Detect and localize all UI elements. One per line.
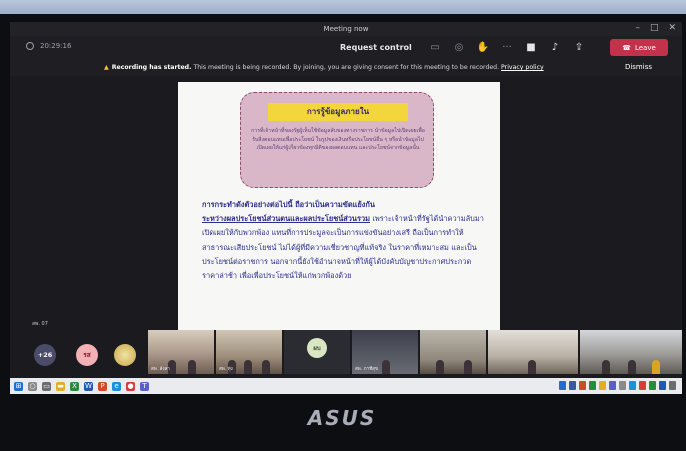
meeting-timer: 20:29:16: [26, 42, 71, 50]
windows-start-icon[interactable]: ⊞: [14, 381, 23, 391]
window-titlebar: Meeting now – □ ✕: [10, 22, 682, 36]
close-icon[interactable]: ✕: [668, 23, 676, 33]
slide-body-text: การกระทำดังตัวอย่างต่อไปนี้ ถือว่าเป็นคว…: [202, 198, 484, 283]
meeting-toolbar: 20:29:16 Request control ▭ ◎ ✋ ··· ■ ♪ ⇪…: [10, 36, 682, 60]
person-figure: [602, 360, 610, 374]
presenter-label: สพ. 07: [32, 321, 48, 327]
recording-banner: ▲ Recording has started. This meeting is …: [10, 60, 682, 76]
video-tile[interactable]: [488, 330, 578, 374]
recording-bold: Recording has started.: [111, 64, 192, 71]
tray-icon[interactable]: [559, 381, 566, 390]
more-participants-avatar[interactable]: +26: [34, 344, 56, 366]
tray-icon[interactable]: [609, 381, 616, 390]
privacy-policy-link[interactable]: Privacy policy: [501, 64, 544, 71]
warning-icon: ▲: [104, 64, 109, 71]
person-figure: [382, 360, 390, 374]
share-icon[interactable]: ⇪: [572, 41, 586, 55]
dismiss-button[interactable]: Dismiss: [625, 63, 652, 71]
video-tile[interactable]: สพ. ทุ่ง: [216, 330, 282, 374]
tray-icon[interactable]: [649, 381, 656, 390]
camera-icon[interactable]: ■: [524, 41, 538, 55]
callout-title: การรู้ข้อมูลภายใน: [268, 103, 408, 121]
participant-strip: +26 รส สพ. ล้งลา สพ. ทุ่ง ผบ สพ. ภาชีสุข: [10, 328, 682, 378]
shared-slide: การรู้ข้อมูลภายใน การที่เจ้าหน้าที่ของรั…: [178, 82, 500, 330]
participant-photo-avatar[interactable]: [114, 344, 136, 366]
tray-icon[interactable]: [579, 381, 586, 390]
window-controls: – □ ✕: [635, 23, 676, 33]
tray-icon[interactable]: [569, 381, 576, 390]
tray-icon[interactable]: [639, 381, 646, 390]
teams-icon[interactable]: T: [140, 381, 149, 391]
slide-lead: การกระทำดังตัวอย่างต่อไปนี้ ถือว่าเป็นคว…: [202, 200, 375, 209]
leave-button[interactable]: ☎ Leave: [610, 39, 668, 56]
phone-icon: ☎: [622, 43, 631, 52]
chrome-icon[interactable]: ●: [126, 381, 135, 391]
tray-icon[interactable]: [659, 381, 666, 390]
video-tile[interactable]: [580, 330, 682, 374]
mic-icon[interactable]: ♪: [548, 41, 562, 55]
recording-text: This meeting is being recorded. By joini…: [193, 64, 500, 71]
video-tile[interactable]: ผบ: [284, 330, 350, 374]
word-icon[interactable]: W: [84, 381, 93, 391]
person-figure: [628, 360, 636, 374]
teams-screen: Meeting now – □ ✕ 20:29:16 Request contr…: [10, 22, 682, 394]
slide-body: เพราะเจ้าหน้าที่รัฐได้นำความลับมาเปิดเผย…: [202, 214, 484, 281]
timer-text: 20:29:16: [40, 42, 72, 50]
person-figure: [436, 360, 444, 374]
tile-name: สพ. ทุ่ง: [219, 367, 233, 372]
tray-icon[interactable]: [619, 381, 626, 390]
tray-icon[interactable]: [599, 381, 606, 390]
more-options-icon[interactable]: ···: [500, 41, 514, 55]
video-tile[interactable]: สพ. ภาชีสุข: [352, 330, 418, 374]
edge-icon[interactable]: e: [112, 381, 121, 391]
person-figure: [652, 360, 660, 374]
toolbar-icons: ▭ ◎ ✋ ··· ■ ♪ ⇪: [428, 41, 586, 55]
tile-name: สพ. ภาชีสุข: [355, 367, 378, 372]
windows-taskbar: ⊞ ○ ▭ ▬ X W P e ● T: [10, 378, 682, 394]
tray-icon[interactable]: [629, 381, 636, 390]
participant-avatar[interactable]: รส: [76, 344, 98, 366]
people-icon[interactable]: ◎: [452, 41, 466, 55]
callout-body: การที่เจ้าหน้าที่ของรัฐผู้เห็นใช้ข้อมูลล…: [251, 128, 425, 151]
person-figure: [464, 360, 472, 374]
slide-highlight: ระหว่างผลประโยชน์ส่วนตนและผลประโยชน์ส่วน…: [202, 214, 370, 224]
window-title: Meeting now: [323, 25, 369, 33]
slide-callout: การรู้ข้อมูลภายใน การที่เจ้าหน้าที่ของรั…: [240, 92, 434, 188]
tile-avatar: ผบ: [307, 338, 327, 358]
file-explorer-icon[interactable]: ▬: [56, 381, 65, 391]
chat-icon[interactable]: ▭: [428, 41, 442, 55]
excel-icon[interactable]: X: [70, 381, 79, 391]
task-view-icon[interactable]: ▭: [42, 381, 51, 391]
tray-icon[interactable]: [669, 381, 676, 390]
tray-icon[interactable]: [589, 381, 596, 390]
minimize-icon[interactable]: –: [635, 23, 640, 33]
person-figure: [188, 360, 196, 374]
search-icon[interactable]: ○: [28, 381, 37, 391]
request-control-button[interactable]: Request control: [340, 43, 412, 52]
video-tile[interactable]: สพ. ล้งลา: [148, 330, 214, 374]
recording-message: ▲ Recording has started. This meeting is …: [104, 64, 544, 71]
system-tray: [559, 381, 676, 390]
video-tile[interactable]: [420, 330, 486, 374]
powerpoint-icon[interactable]: P: [98, 381, 107, 391]
raise-hand-icon[interactable]: ✋: [476, 41, 490, 55]
person-figure: [244, 360, 252, 374]
tile-name: สพ. ล้งลา: [151, 367, 170, 372]
person-figure: [528, 360, 536, 374]
shield-icon: [26, 42, 34, 50]
maximize-icon[interactable]: □: [650, 23, 659, 33]
leave-label: Leave: [634, 43, 656, 52]
asus-logo: ASUS: [307, 406, 377, 430]
person-figure: [262, 360, 270, 374]
